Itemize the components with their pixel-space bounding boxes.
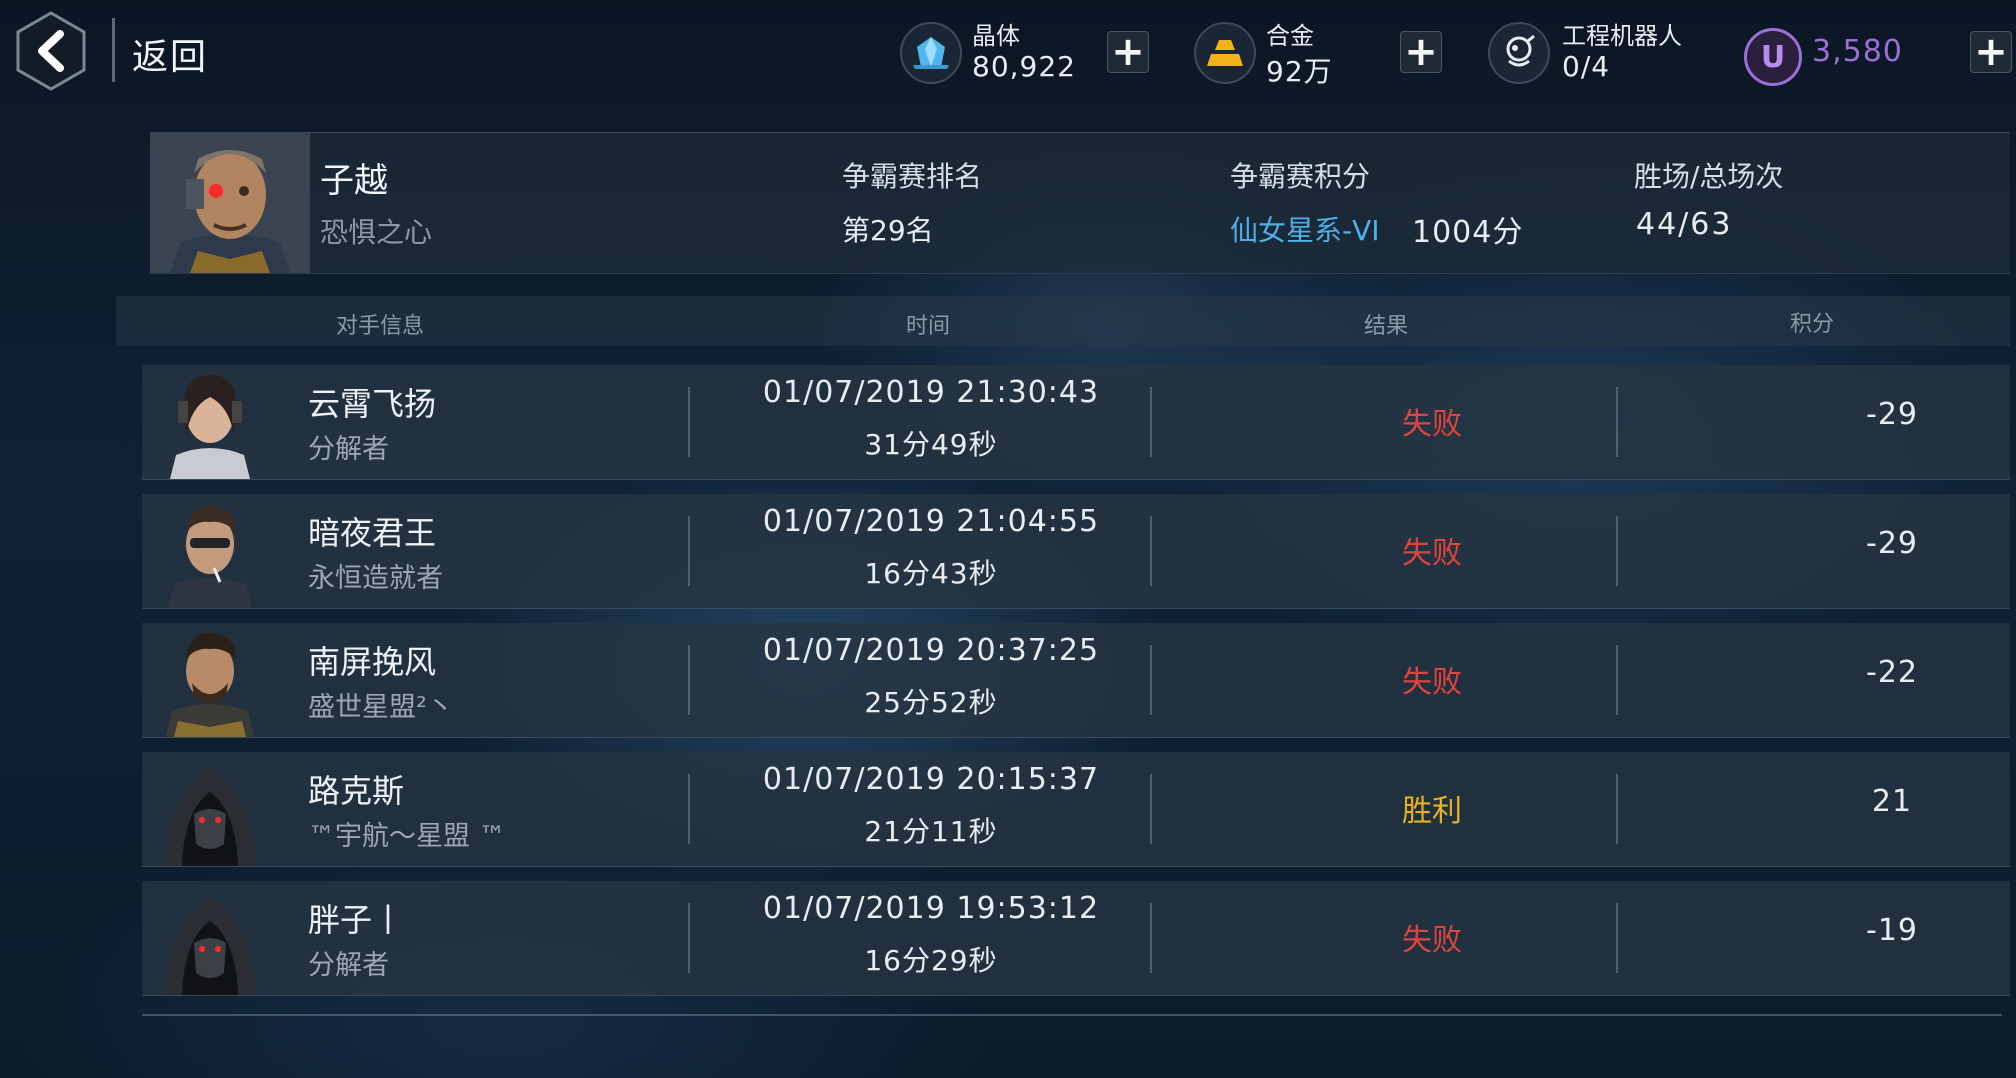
column-divider <box>1616 903 1618 973</box>
match-score: 21 <box>1871 784 1913 819</box>
column-divider <box>688 903 690 973</box>
column-divider <box>1616 645 1618 715</box>
match-result: 失败 <box>1402 665 1462 700</box>
record-label: 胜场/总场次 <box>1634 160 1784 193</box>
opponent-avatar <box>160 754 260 866</box>
column-divider <box>1150 387 1152 457</box>
column-divider <box>1150 645 1152 715</box>
match-duration: 16分29秒 <box>864 944 998 977</box>
opponent-name: 胖子丨 <box>308 901 405 939</box>
score-label: 争霸赛积分 <box>1230 160 1371 193</box>
opponent-title: 分解者 <box>308 950 389 981</box>
match-duration: 21分11秒 <box>864 815 998 848</box>
column-divider <box>1616 774 1618 844</box>
column-divider <box>688 516 690 586</box>
opponent-name: 暗夜君王 <box>308 514 437 552</box>
opponent-title: 永恒造就者 <box>308 563 443 594</box>
header-result: 结果 <box>1364 314 1409 339</box>
match-score: -29 <box>1866 526 1918 561</box>
match-time: 01/07/2019 21:30:43 <box>762 375 1100 410</box>
add-alloy-button[interactable]: + <box>1400 31 1442 73</box>
alloy-value: 92万 <box>1266 55 1333 88</box>
column-divider <box>688 774 690 844</box>
opponent-title: 盛世星盟²丶 <box>308 692 454 723</box>
add-u-currency-button[interactable]: + <box>1970 31 2012 73</box>
match-result: 胜利 <box>1402 794 1462 829</box>
table-row[interactable]: 胖子丨 分解者 01/07/2019 19:53:12 16分29秒 失败 -1… <box>142 881 2010 996</box>
score-value: 1004分 <box>1412 215 1524 250</box>
opponent-avatar <box>160 625 260 737</box>
alloy-icon <box>1194 22 1256 84</box>
column-divider <box>1150 774 1152 844</box>
opponent-name: 南屏挽风 <box>308 643 437 681</box>
match-duration: 31分49秒 <box>864 428 998 461</box>
column-divider <box>1616 516 1618 586</box>
match-score: -29 <box>1866 397 1918 432</box>
header-opponent: 对手信息 <box>336 314 425 339</box>
back-label[interactable]: 返回 <box>132 28 208 80</box>
rank-value: 第29名 <box>842 214 934 247</box>
player-title: 恐惧之心 <box>320 216 433 249</box>
opponent-name: 云霄飞扬 <box>308 385 437 423</box>
rank-label: 争霸赛排名 <box>842 160 983 193</box>
opponent-name: 路克斯 <box>308 772 405 810</box>
opponent-title: ™宇航～星盟 ™ <box>308 821 506 852</box>
column-divider <box>1150 903 1152 973</box>
crystal-icon <box>900 22 962 84</box>
league-name: 仙女星系-VI <box>1230 214 1380 247</box>
u-currency-value: 3,580 <box>1812 34 1903 69</box>
alloy-label: 合金 <box>1266 22 1314 50</box>
player-name: 子越 <box>320 161 388 201</box>
match-time: 01/07/2019 20:37:25 <box>762 633 1100 668</box>
crystal-value: 80,922 <box>972 50 1076 83</box>
robot-value: 0/4 <box>1562 50 1611 83</box>
header-score: 积分 <box>1790 312 1835 337</box>
column-divider <box>1616 387 1618 457</box>
opponent-avatar <box>160 496 260 608</box>
match-score: -19 <box>1866 913 1918 948</box>
column-divider <box>688 645 690 715</box>
column-divider <box>1150 516 1152 586</box>
robot-icon <box>1488 22 1550 84</box>
match-result: 失败 <box>1402 407 1462 442</box>
header-time: 时间 <box>906 314 951 339</box>
match-duration: 25分52秒 <box>864 686 998 719</box>
match-result: 失败 <box>1402 923 1462 958</box>
add-crystal-button[interactable]: + <box>1107 31 1149 73</box>
player-avatar[interactable] <box>150 133 310 273</box>
opponent-title: 分解者 <box>308 434 389 465</box>
match-result: 失败 <box>1402 536 1462 571</box>
record-value: 44/63 <box>1636 207 1733 242</box>
match-score: -22 <box>1866 655 1918 690</box>
back-divider <box>112 18 115 82</box>
opponent-avatar <box>160 367 260 479</box>
opponent-avatar <box>160 883 260 995</box>
table-row[interactable]: 路克斯 ™宇航～星盟 ™ 01/07/2019 20:15:37 21分11秒 … <box>142 752 2010 867</box>
robot-label: 工程机器人 <box>1562 22 1682 50</box>
column-divider <box>688 387 690 457</box>
back-arrow-icon <box>16 11 86 91</box>
u-currency-icon: U <box>1744 28 1802 86</box>
table-row[interactable]: 南屏挽风 盛世星盟²丶 01/07/2019 20:37:25 25分52秒 失… <box>142 623 2010 738</box>
list-bottom-divider <box>142 1014 2002 1016</box>
table-header: 对手信息 时间 结果 积分 <box>116 296 2010 346</box>
table-row[interactable]: 暗夜君王 永恒造就者 01/07/2019 21:04:55 16分43秒 失败… <box>142 494 2010 609</box>
match-time: 01/07/2019 20:15:37 <box>762 762 1100 797</box>
match-duration: 16分43秒 <box>864 557 998 590</box>
player-summary-panel: 子越 恐惧之心 争霸赛排名 第29名 争霸赛积分 仙女星系-VI 1004分 胜… <box>150 132 2010 274</box>
table-row[interactable]: 云霄飞扬 分解者 01/07/2019 21:30:43 31分49秒 失败 -… <box>142 365 2010 480</box>
back-button[interactable] <box>14 10 88 92</box>
match-time: 01/07/2019 19:53:12 <box>762 891 1100 926</box>
match-time: 01/07/2019 21:04:55 <box>762 504 1100 539</box>
crystal-label: 晶体 <box>972 22 1020 50</box>
